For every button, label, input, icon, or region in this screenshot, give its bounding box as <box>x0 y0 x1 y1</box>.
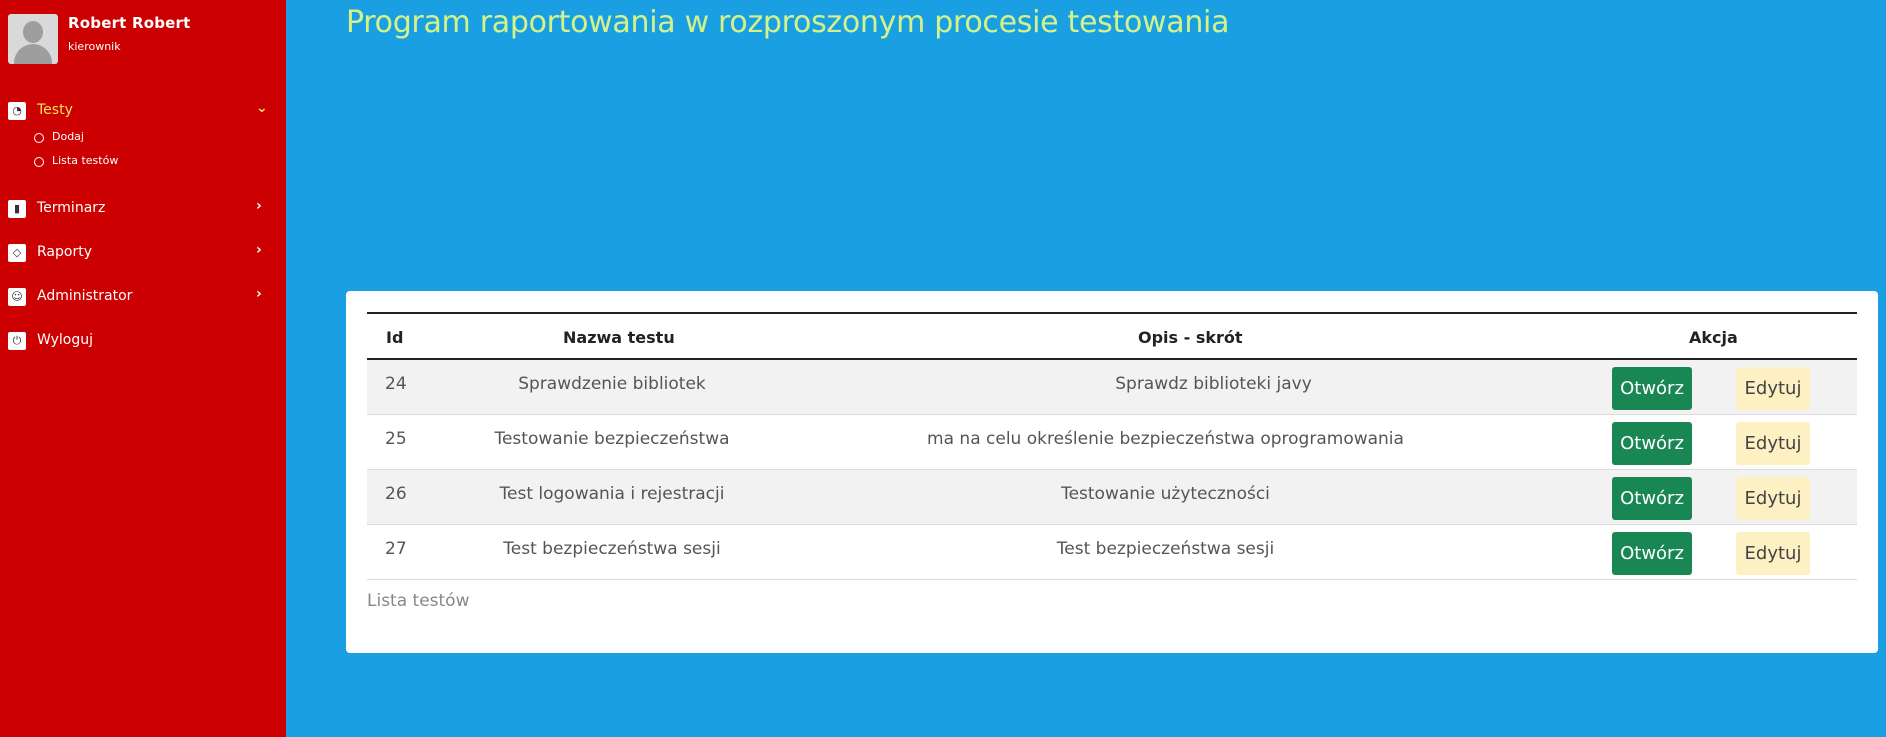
column-header-action: Akcja <box>1689 328 1738 347</box>
open-button[interactable]: Otwórz <box>1612 477 1692 520</box>
edit-button[interactable]: Edytuj <box>1736 532 1810 575</box>
cell-desc: ma na celu określenie bezpieczeństwa opr… <box>927 429 1404 449</box>
sidebar-subitem-lista-testow[interactable]: Lista testów <box>34 152 234 172</box>
circle-icon <box>34 157 44 167</box>
sidebar-item-label: Raporty <box>37 244 92 260</box>
dashboard-icon: ◔ <box>8 102 26 120</box>
cell-desc: Test bezpieczeństwa sesji <box>1056 539 1275 559</box>
chevron-right-icon: › <box>256 198 262 214</box>
power-icon: ⏻ <box>8 332 26 350</box>
column-header-name: Nazwa testu <box>563 328 675 347</box>
sidebar-subitem-label: Lista testów <box>52 154 119 167</box>
open-button[interactable]: Otwórz <box>1612 367 1692 410</box>
chevron-down-icon: ⌄ <box>256 100 268 116</box>
user-role: kierownik <box>68 40 121 53</box>
column-header-desc: Opis - skrót <box>1138 328 1243 347</box>
cell-name: Testowanie bezpieczeństwa <box>494 429 730 449</box>
table-row: 27 Test bezpieczeństwa sesji Test bezpie… <box>367 525 1857 580</box>
chevron-right-icon: › <box>256 242 262 258</box>
user-name: Robert Robert <box>68 14 191 32</box>
edit-button[interactable]: Edytuj <box>1736 477 1810 520</box>
edit-button[interactable]: Edytuj <box>1736 367 1810 410</box>
diamond-icon: ◇ <box>8 244 26 262</box>
table-row: 25 Testowanie bezpieczeństwa ma na celu … <box>367 415 1857 470</box>
tests-card: Id Nazwa testu Opis - skrót Akcja 24 Spr… <box>346 291 1878 653</box>
cell-name: Test logowania i rejestracji <box>499 484 725 504</box>
sidebar-item-terminarz[interactable]: ▮ Terminarz › <box>0 194 286 222</box>
cell-name: Test bezpieczeństwa sesji <box>503 539 721 559</box>
edit-button[interactable]: Edytuj <box>1736 422 1810 465</box>
cell-name: Sprawdzenie bibliotek <box>518 374 706 394</box>
table-caption: Lista testów <box>367 591 470 611</box>
circle-icon <box>34 133 44 143</box>
sidebar-item-label: Administrator <box>37 288 133 304</box>
table-row: 24 Sprawdzenie bibliotek Sprawdz bibliot… <box>367 360 1857 415</box>
sidebar-item-label: Wyloguj <box>37 332 93 348</box>
page-title: Program raportowania w rozproszonym proc… <box>346 5 1230 40</box>
table-header: Id Nazwa testu Opis - skrót Akcja <box>367 312 1857 360</box>
sidebar-item-administrator[interactable]: ☺ Administrator › <box>0 282 286 310</box>
sidebar-item-raporty[interactable]: ◇ Raporty › <box>0 238 286 266</box>
open-button[interactable]: Otwórz <box>1612 422 1692 465</box>
cell-desc: Testowanie użyteczności <box>1061 484 1270 504</box>
user-panel: Robert Robert kierownik <box>8 14 278 66</box>
sidebar-item-label: Testy <box>37 102 73 118</box>
file-icon: ▮ <box>8 200 26 218</box>
column-header-id: Id <box>386 328 404 347</box>
open-button[interactable]: Otwórz <box>1612 532 1692 575</box>
sidebar: Robert Robert kierownik ◔ Testy ⌄ Dodaj … <box>0 0 286 737</box>
sidebar-item-wyloguj[interactable]: ⏻ Wyloguj <box>0 326 286 354</box>
avatar <box>8 14 58 64</box>
smile-icon: ☺ <box>8 288 26 306</box>
table-row: 26 Test logowania i rejestracji Testowan… <box>367 470 1857 525</box>
sidebar-subitem-label: Dodaj <box>52 130 84 143</box>
sidebar-item-testy[interactable]: ◔ Testy ⌄ <box>0 96 286 124</box>
cell-desc: Sprawdz biblioteki javy <box>1115 374 1312 394</box>
chevron-right-icon: › <box>256 286 262 302</box>
sidebar-item-label: Terminarz <box>37 200 106 216</box>
sidebar-subitem-dodaj[interactable]: Dodaj <box>34 128 234 148</box>
